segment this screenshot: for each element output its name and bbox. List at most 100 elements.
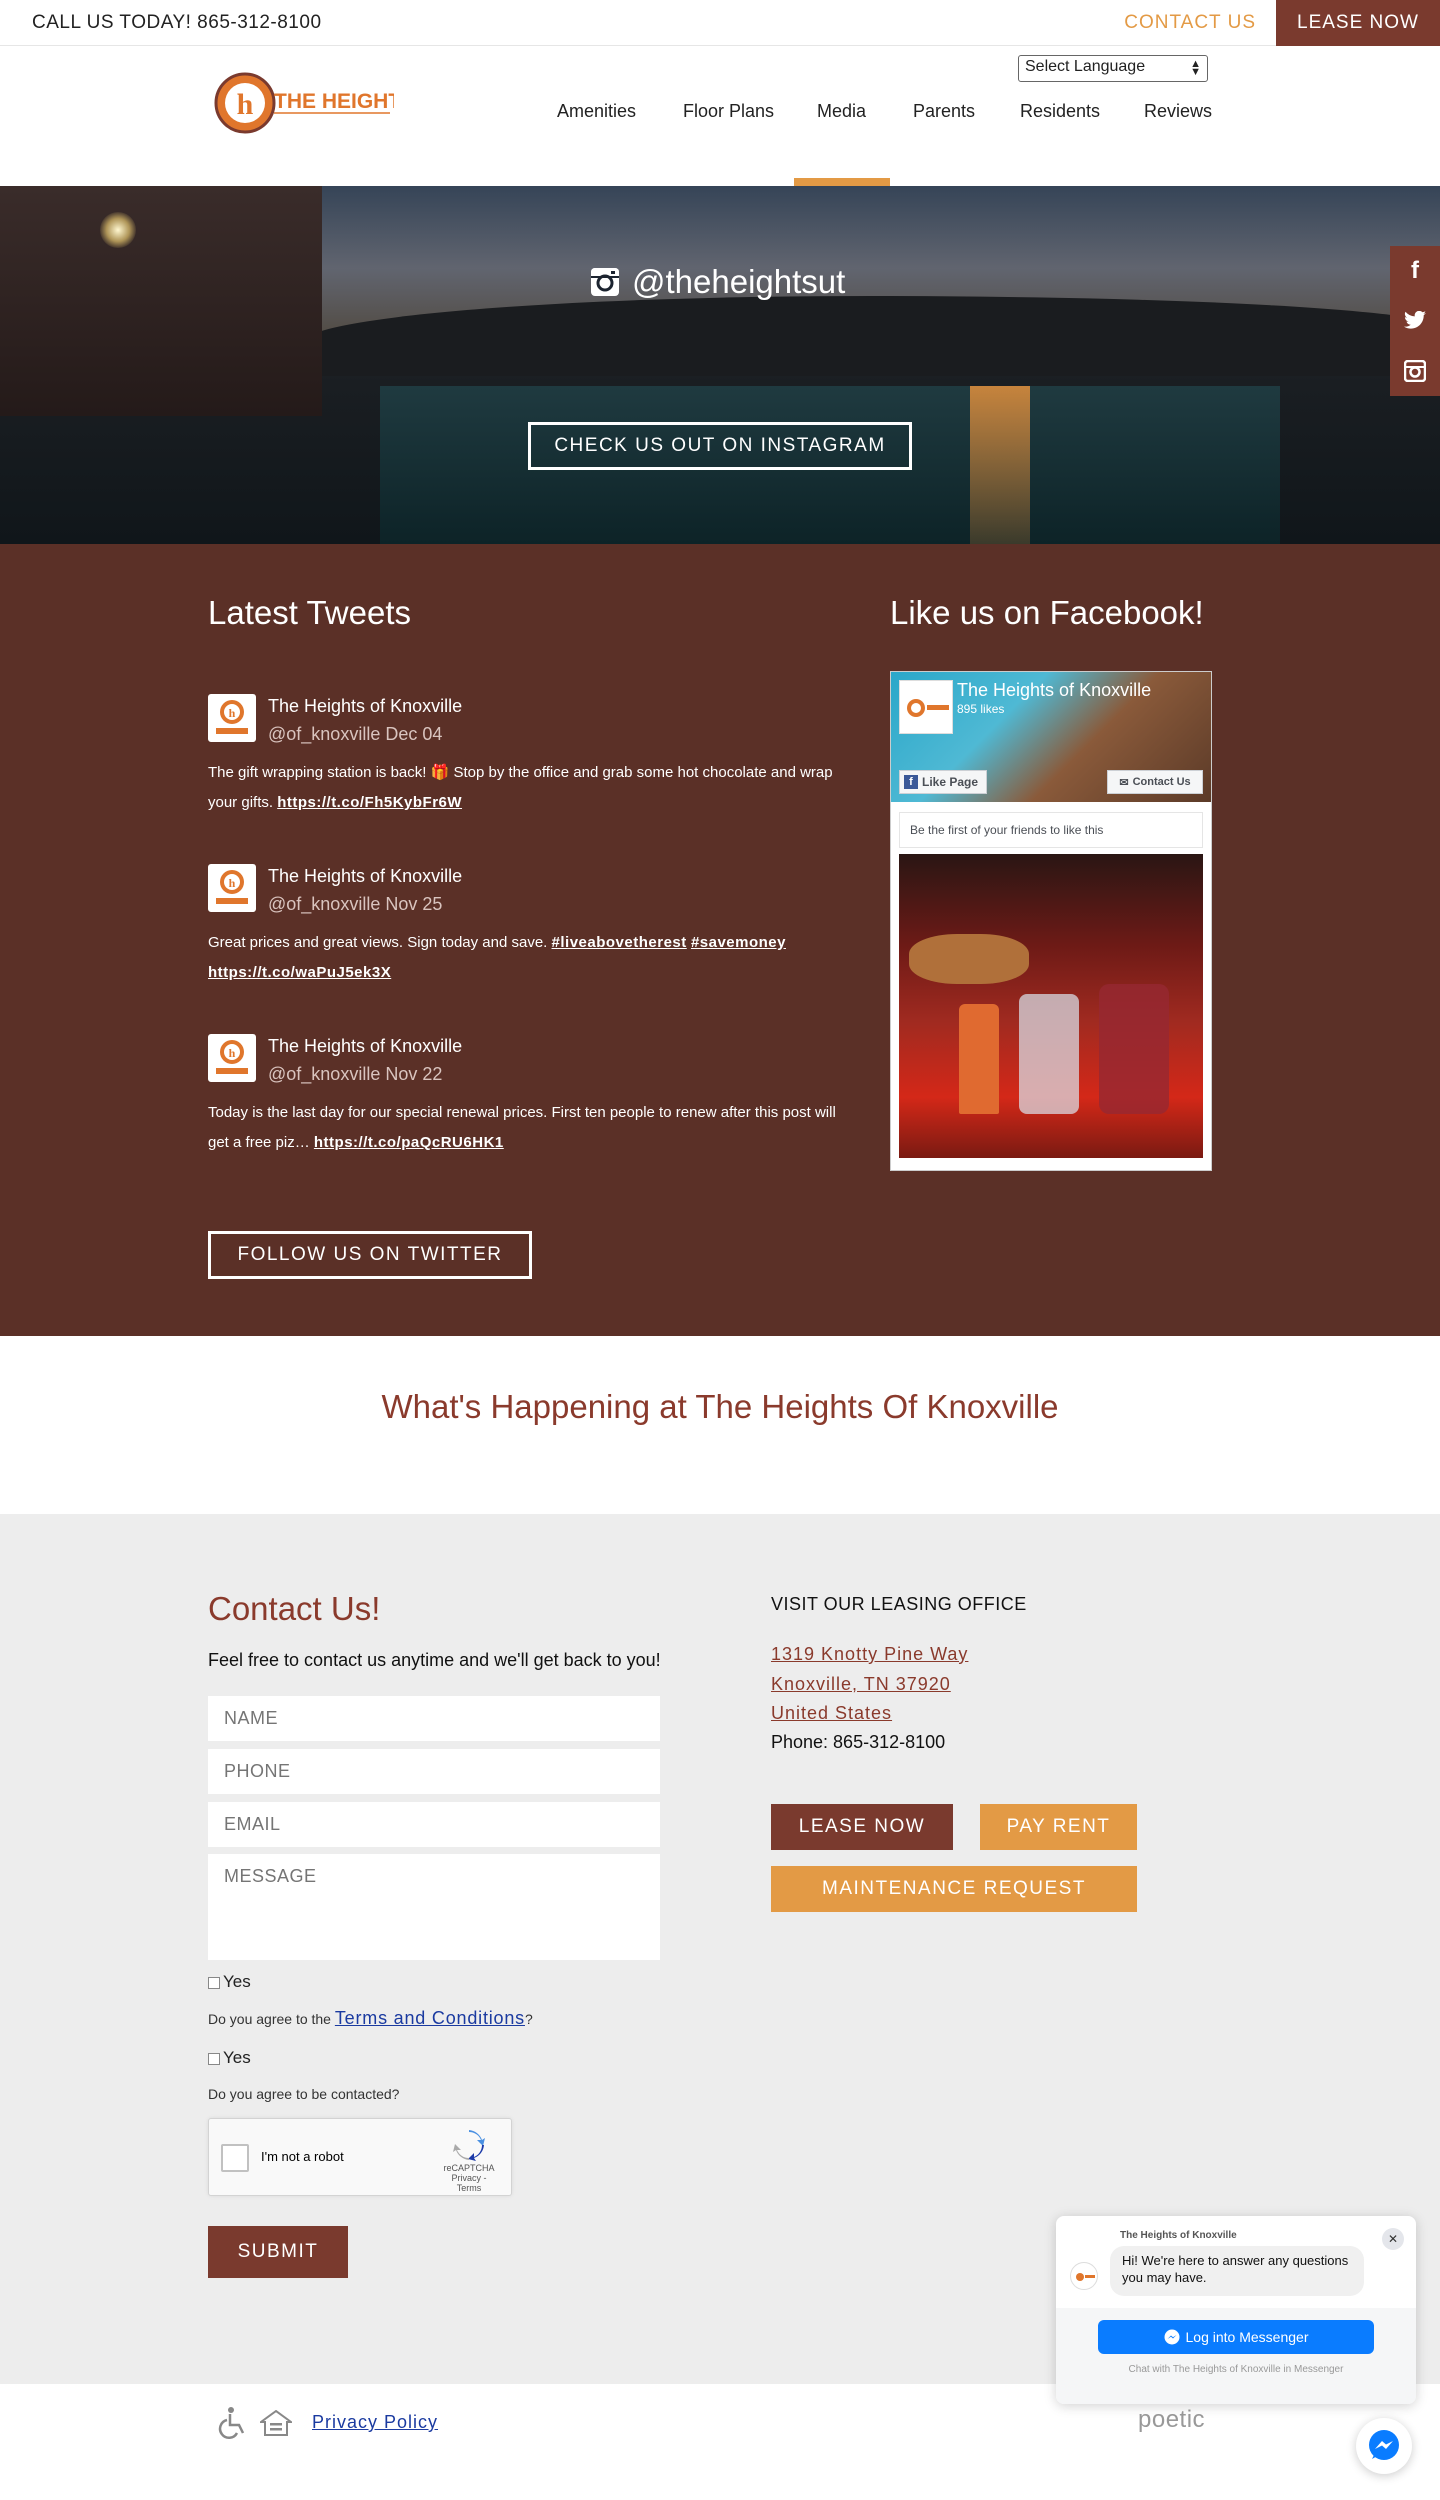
instagram-hero: @theheightsut CHECK US OUT ON INSTAGRAM bbox=[0, 186, 1440, 544]
log-into-messenger-button[interactable]: Log into Messenger bbox=[1098, 2320, 1374, 2354]
language-select[interactable]: Select Language ▲ ▼ bbox=[1018, 55, 1208, 82]
tweet: h The Heights of Knoxville @of_knoxville… bbox=[208, 1034, 848, 1164]
hero-light-reflection bbox=[970, 386, 1030, 544]
tweet-link[interactable]: https://t.co/waPuJ5ek3X bbox=[208, 964, 391, 981]
terms-link[interactable]: Terms and Conditions bbox=[335, 2008, 525, 2028]
address-line-1[interactable]: 1319 Knotty Pine Way bbox=[771, 1644, 968, 1665]
logo[interactable]: h THE HEIGHTS bbox=[214, 72, 394, 134]
happening-title: What's Happening at The Heights Of Knoxv… bbox=[381, 1388, 1059, 1425]
facebook-like-button[interactable]: f Like Page bbox=[899, 770, 987, 794]
recaptcha-logo: reCAPTCHA Privacy - Terms bbox=[439, 2129, 499, 2193]
maintenance-request-button[interactable]: MAINTENANCE REQUEST bbox=[771, 1866, 1137, 1912]
facebook-page-name[interactable]: The Heights of Knoxville bbox=[957, 680, 1151, 701]
poetic-logo[interactable]: poetic bbox=[1138, 2406, 1205, 2434]
hero-building bbox=[0, 186, 322, 416]
envelope-icon: ✉ bbox=[1119, 776, 1129, 789]
tweet-text: The gift wrapping station is back! 🎁 Sto… bbox=[208, 764, 833, 811]
tweet-avatar[interactable]: h bbox=[208, 694, 256, 742]
tweet-handle-date[interactable]: @of_knoxville Nov 25 bbox=[268, 894, 442, 915]
tweet-author[interactable]: The Heights of Knoxville bbox=[268, 1036, 462, 1057]
nav-floor-plans[interactable]: Floor Plans bbox=[683, 101, 774, 122]
nav-amenities[interactable]: Amenities bbox=[557, 101, 636, 122]
tweet-author[interactable]: The Heights of Knoxville bbox=[268, 866, 462, 887]
nav-residents[interactable]: Residents bbox=[1020, 101, 1100, 122]
follow-twitter-button[interactable]: FOLLOW US ON TWITTER bbox=[208, 1231, 532, 1279]
hero-lamp bbox=[100, 212, 136, 248]
address-line-3[interactable]: United States bbox=[771, 1703, 892, 1724]
tweet-text: Today is the last day for our special re… bbox=[208, 1104, 836, 1151]
facebook-icon[interactable]: f bbox=[1390, 246, 1440, 296]
svg-text:h: h bbox=[229, 706, 236, 720]
facebook-likes: 895 likes bbox=[957, 702, 1005, 716]
twitter-icon[interactable] bbox=[1390, 296, 1440, 346]
messenger-chat-widget: The Heights of Knoxville ✕ Hi! We're her… bbox=[1056, 2216, 1416, 2404]
facebook-cover[interactable]: The Heights of Knoxville 895 likes f Lik… bbox=[891, 672, 1211, 802]
chat-avatar bbox=[1070, 2262, 1098, 2290]
instagram-handle[interactable]: @theheightsut bbox=[590, 260, 850, 304]
close-icon[interactable]: ✕ bbox=[1382, 2228, 1404, 2250]
submit-button[interactable]: SUBMIT bbox=[208, 2226, 348, 2278]
nav-parents[interactable]: Parents bbox=[913, 101, 975, 122]
tweet-hashtag[interactable]: #savemoney bbox=[691, 934, 786, 951]
social-sidebar: f bbox=[1390, 246, 1440, 396]
lease-now-button[interactable]: LEASE NOW bbox=[771, 1804, 953, 1850]
svg-text:h: h bbox=[229, 1046, 236, 1060]
instagram-handle-text: @theheightsut bbox=[632, 263, 846, 300]
recaptcha-icon bbox=[453, 2130, 485, 2161]
call-us-text: CALL US TODAY! 865-312-8100 bbox=[32, 12, 322, 33]
instagram-icon[interactable] bbox=[1390, 346, 1440, 396]
tweet-link[interactable]: https://t.co/paQcRU6HK1 bbox=[314, 1134, 504, 1151]
tweet-avatar[interactable]: h bbox=[208, 1034, 256, 1082]
tweet-link[interactable]: https://t.co/Fh5KybFr6W bbox=[277, 794, 462, 811]
tweet-author[interactable]: The Heights of Knoxville bbox=[268, 696, 462, 717]
pay-rent-button[interactable]: PAY RENT bbox=[980, 1804, 1137, 1850]
tweet-text: Great prices and great views. Sign today… bbox=[208, 934, 786, 981]
happening-section: What's Happening at The Heights Of Knoxv… bbox=[0, 1336, 1440, 1514]
photo-jar bbox=[1099, 984, 1169, 1114]
facebook-friends-text: Be the first of your friends to like thi… bbox=[899, 812, 1203, 848]
tweet-hashtag[interactable]: #liveabovetherest bbox=[552, 934, 687, 951]
email-field[interactable] bbox=[208, 1802, 660, 1847]
contact-us-link[interactable]: CONTACT US bbox=[1124, 12, 1256, 34]
tweet-handle-date[interactable]: @of_knoxville Dec 04 bbox=[268, 724, 442, 745]
terms-checkbox[interactable] bbox=[208, 1976, 220, 1989]
terms-checkbox-row[interactable]: Yes bbox=[208, 1972, 251, 1992]
name-field[interactable] bbox=[208, 1696, 660, 1741]
lease-now-button[interactable]: LEASE NOW bbox=[1276, 0, 1440, 46]
messenger-icon bbox=[1164, 2329, 1180, 2345]
facebook-f-icon: f bbox=[904, 775, 918, 789]
phone-field[interactable] bbox=[208, 1749, 660, 1794]
instagram-button[interactable]: CHECK US OUT ON INSTAGRAM bbox=[528, 422, 912, 470]
contact-checkbox[interactable] bbox=[208, 2052, 220, 2065]
messenger-icon bbox=[1369, 2430, 1399, 2460]
messenger-launcher-button[interactable] bbox=[1356, 2418, 1412, 2474]
facebook-post-photo[interactable] bbox=[899, 854, 1203, 1158]
nav-reviews[interactable]: Reviews bbox=[1144, 101, 1212, 122]
tweet-avatar[interactable]: h bbox=[208, 864, 256, 912]
recaptcha-checkbox[interactable] bbox=[221, 2144, 249, 2172]
facebook-page-logo[interactable] bbox=[899, 680, 953, 734]
recaptcha-widget: I'm not a robot reCAPTCHA Privacy - Term… bbox=[208, 2118, 512, 2196]
contact-title: Contact Us! bbox=[208, 1590, 381, 1627]
photo-jar bbox=[1019, 994, 1079, 1114]
instagram-icon bbox=[591, 268, 619, 296]
svg-text:h: h bbox=[229, 876, 236, 890]
language-select-value: Select Language bbox=[1025, 58, 1146, 75]
facebook-title: Like us on Facebook! bbox=[890, 594, 1204, 631]
tweet-handle-date[interactable]: @of_knoxville Nov 22 bbox=[268, 1064, 442, 1085]
nav-active-indicator bbox=[794, 178, 890, 186]
contact-checkbox-row[interactable]: Yes bbox=[208, 2048, 251, 2068]
site-header: h THE HEIGHTS Select Language ▲▼ Ameniti… bbox=[0, 46, 1440, 186]
chat-greeting: Hi! We're here to answer any questions y… bbox=[1110, 2246, 1364, 2296]
facebook-contact-button[interactable]: ✉ Contact Us bbox=[1107, 770, 1203, 794]
logo-text: THE HEIGHTS bbox=[274, 90, 394, 113]
nav-media[interactable]: Media bbox=[817, 101, 866, 122]
latest-tweets-title: Latest Tweets bbox=[208, 594, 412, 631]
chat-footer-text: Chat with The Heights of Knoxville in Me… bbox=[1128, 2364, 1344, 2375]
privacy-policy-link[interactable]: Privacy Policy bbox=[312, 2412, 438, 2433]
address-line-2[interactable]: Knoxville, TN 37920 bbox=[771, 1674, 951, 1695]
svg-text:h: h bbox=[237, 88, 254, 121]
top-bar: CALL US TODAY! 865-312-8100 CONTACT US L… bbox=[0, 0, 1440, 46]
message-field[interactable] bbox=[208, 1854, 660, 1960]
contact-question: Do you agree to be contacted? bbox=[208, 2086, 400, 2102]
